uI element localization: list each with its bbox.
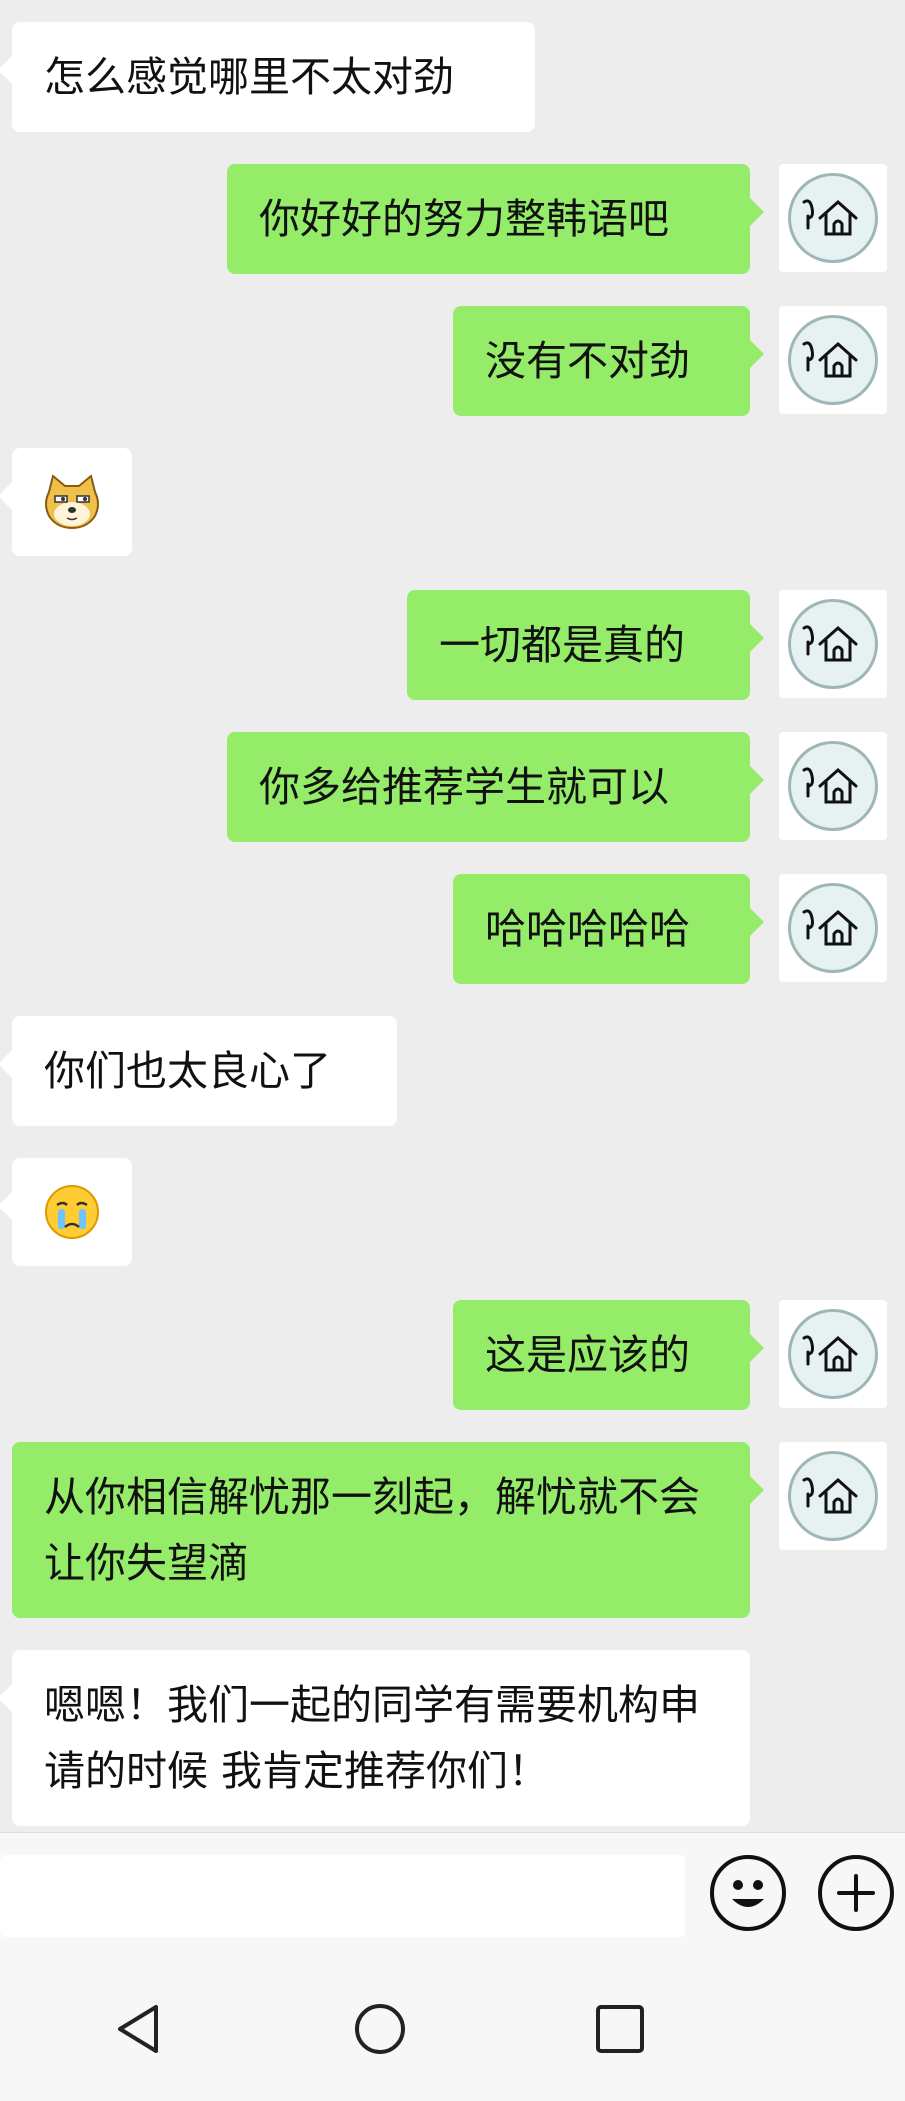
message-text: 你多给推荐学生就可以 bbox=[259, 763, 669, 811]
house-snail-icon bbox=[802, 909, 858, 946]
chat-area[interactable]: 怎么感觉哪里不太对劲 你好好的努力整韩语吧 没有不对劲 一切都是真的 你多给推荐… bbox=[0, 0, 905, 1830]
message-outgoing[interactable]: 哈哈哈哈哈 bbox=[453, 874, 764, 984]
message-outgoing[interactable]: 你好好的努力整韩语吧 bbox=[227, 164, 764, 274]
square-recents-icon bbox=[596, 2005, 644, 2053]
message-outgoing[interactable]: 从你相信解忧那一刻起，解忧就不会让你失望滴 bbox=[12, 1442, 764, 1618]
house-snail-icon bbox=[802, 1335, 858, 1372]
more-button[interactable] bbox=[818, 1855, 894, 1931]
avatar[interactable] bbox=[779, 732, 887, 840]
avatar[interactable] bbox=[779, 306, 887, 414]
input-bar bbox=[0, 1832, 905, 1957]
message-text: 哈哈哈哈哈 bbox=[485, 905, 690, 953]
recents-button[interactable] bbox=[588, 1997, 652, 2061]
avatar[interactable] bbox=[779, 590, 887, 698]
sticker-message[interactable] bbox=[0, 448, 132, 556]
message-outgoing[interactable]: 没有不对劲 bbox=[453, 306, 764, 416]
triangle-back-icon bbox=[118, 2005, 158, 2053]
doge-face-icon bbox=[45, 474, 99, 530]
avatar[interactable] bbox=[779, 1300, 887, 1408]
house-snail-icon bbox=[802, 1477, 858, 1514]
avatar[interactable] bbox=[779, 164, 887, 272]
house-snail-icon bbox=[802, 341, 858, 378]
message-outgoing[interactable]: 一切都是真的 bbox=[407, 590, 764, 700]
crying-face-icon bbox=[45, 1185, 99, 1239]
message-incoming[interactable]: 嗯嗯！我们一起的同学有需要机构申请的时候 我肯定推荐你们！ bbox=[0, 1650, 750, 1826]
message-text: 你好好的努力整韩语吧 bbox=[259, 195, 669, 243]
house-snail-icon bbox=[802, 767, 858, 804]
smiley-icon bbox=[732, 1880, 764, 1907]
message-text: 没有不对劲 bbox=[485, 337, 690, 385]
house-snail-icon bbox=[802, 625, 858, 662]
back-button[interactable] bbox=[108, 1997, 172, 2061]
message-text: 从你相信解忧那一刻起，解忧就不会让你失望滴 bbox=[44, 1473, 700, 1587]
avatar[interactable] bbox=[779, 874, 887, 982]
message-incoming[interactable]: 怎么感觉哪里不太对劲 bbox=[0, 22, 535, 132]
message-text: 这是应该的 bbox=[485, 1331, 690, 1379]
message-text: 怎么感觉哪里不太对劲 bbox=[44, 53, 454, 101]
system-navbar bbox=[0, 1957, 905, 2101]
circle-home-icon bbox=[355, 2004, 405, 2054]
house-snail-icon bbox=[802, 199, 858, 236]
message-text: 你们也太良心了 bbox=[44, 1047, 331, 1095]
message-outgoing[interactable]: 这是应该的 bbox=[453, 1300, 764, 1410]
sticker-message[interactable] bbox=[0, 1158, 132, 1266]
message-text: 一切都是真的 bbox=[439, 621, 685, 669]
message-outgoing[interactable]: 你多给推荐学生就可以 bbox=[227, 732, 764, 842]
avatar[interactable] bbox=[779, 1442, 887, 1550]
home-button[interactable] bbox=[348, 1997, 412, 2061]
message-text: 嗯嗯！我们一起的同学有需要机构申请的时候 我肯定推荐你们！ bbox=[44, 1681, 700, 1795]
emoji-button[interactable] bbox=[710, 1855, 786, 1931]
message-input[interactable] bbox=[0, 1855, 685, 1937]
message-incoming[interactable]: 你们也太良心了 bbox=[0, 1016, 397, 1126]
plus-circle-icon bbox=[837, 1874, 875, 1912]
